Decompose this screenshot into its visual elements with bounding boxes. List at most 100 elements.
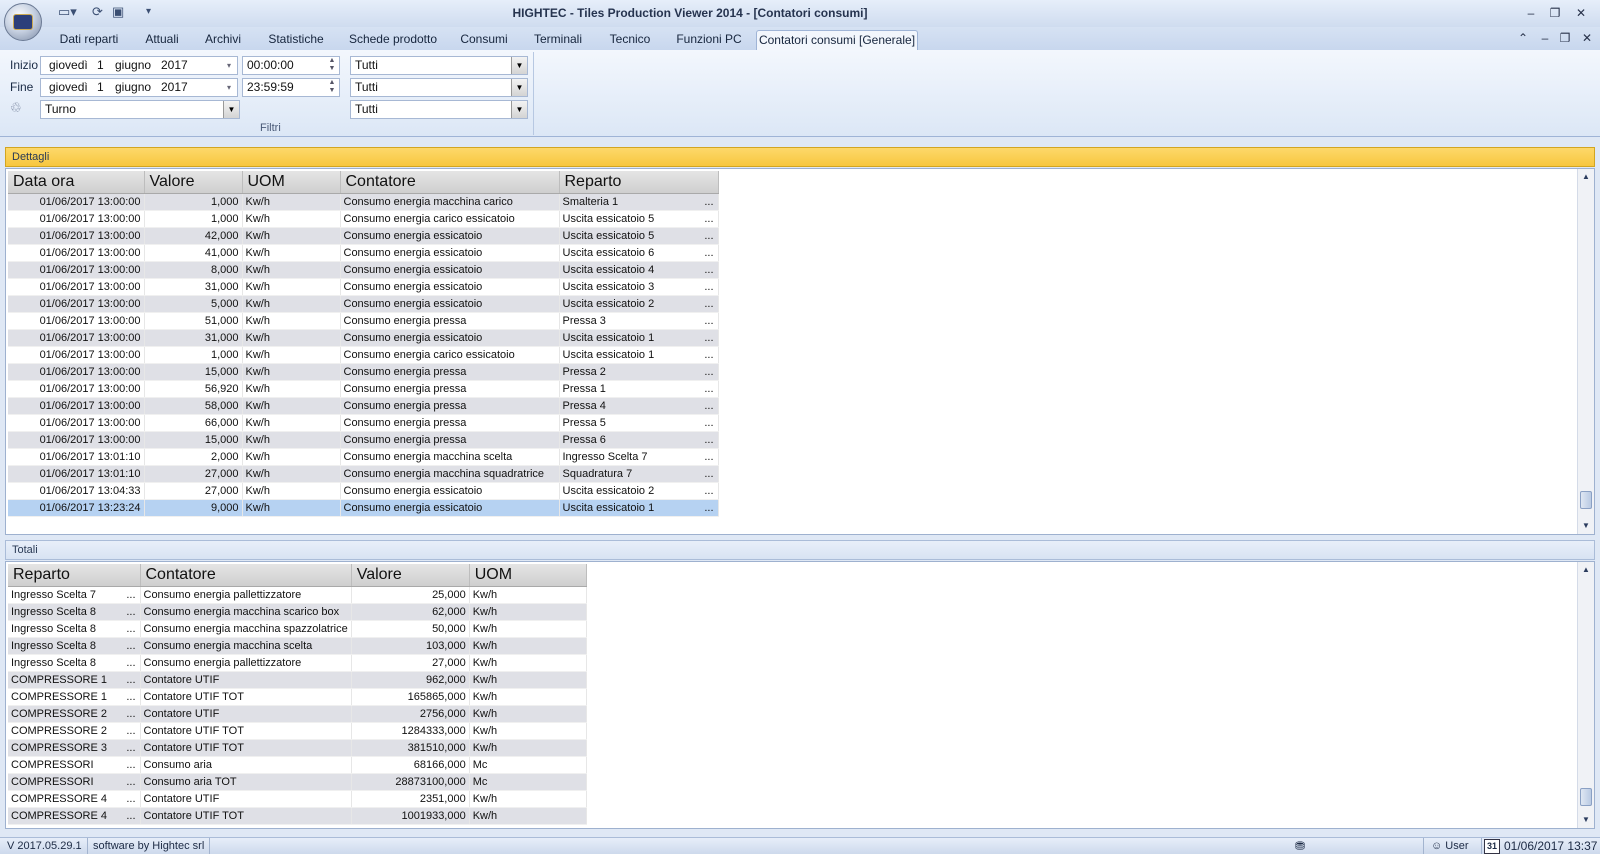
ellipsis-button[interactable]: ...: [704, 415, 713, 431]
scroll-up-icon[interactable]: ▲: [1578, 169, 1594, 185]
ellipsis-button[interactable]: ...: [126, 791, 135, 807]
table-row[interactable]: 01/06/2017 13:04:33 27,000 Kw/h Consumo ene…: [8, 482, 719, 500]
ellipsis-button[interactable]: ...: [126, 723, 135, 739]
start-time-input[interactable]: 00:00:00 ▲ ▼: [242, 56, 340, 75]
child-minimize-icon[interactable]: –: [1536, 30, 1554, 46]
chevron-down-icon[interactable]: ▼: [511, 57, 527, 74]
tab-terminali[interactable]: Terminali: [528, 30, 588, 50]
table-row[interactable]: 01/06/2017 13:00:00 51,000 Kw/h Consumo ene…: [8, 312, 719, 330]
tab-dati-reparti[interactable]: Dati reparti: [52, 30, 126, 50]
table-row[interactable]: COMPRESSORE 4... Contatore UTIF TOT 100193…: [8, 807, 587, 825]
ellipsis-button[interactable]: ...: [704, 279, 713, 295]
chevron-down-icon[interactable]: ▼: [511, 101, 527, 118]
table-row[interactable]: COMPRESSORE 3... Contatore UTIF TOT 381510…: [8, 739, 587, 757]
scroll-down-icon[interactable]: ▼: [1578, 518, 1594, 534]
chevron-down-icon[interactable]: ▾: [223, 57, 235, 74]
tab-schede-prodotto[interactable]: Schede prodotto: [344, 30, 442, 50]
tab-attuali[interactable]: Attuali: [138, 30, 186, 50]
ellipsis-button[interactable]: ...: [126, 740, 135, 756]
end-date-picker[interactable]: giovedì 1 giugno 2017 ▾: [40, 78, 238, 97]
end-time-input[interactable]: 23:59:59 ▲ ▼: [242, 78, 340, 97]
table-row[interactable]: 01/06/2017 13:00:00 41,000 Kw/h Consumo ene…: [8, 244, 719, 262]
column-header-reparto[interactable]: Reparto: [8, 564, 141, 587]
ellipsis-button[interactable]: ...: [704, 364, 713, 380]
table-row[interactable]: Ingresso Scelta 8... Consumo energia macc…: [8, 603, 587, 621]
column-header-contatore[interactable]: Contatore: [140, 564, 352, 587]
ellipsis-button[interactable]: ...: [704, 449, 713, 465]
tab-archivi[interactable]: Archivi: [198, 30, 248, 50]
ellipsis-button[interactable]: ...: [704, 245, 713, 261]
chevron-down-icon[interactable]: ▼: [511, 79, 527, 96]
close-icon[interactable]: ✕: [1572, 5, 1590, 21]
table-row[interactable]: 01/06/2017 13:01:10 2,000 Kw/h Consumo ener…: [8, 448, 719, 466]
column-header-reparto[interactable]: Reparto: [559, 171, 719, 194]
minimize-icon[interactable]: –: [1522, 5, 1540, 21]
scroll-thumb[interactable]: [1580, 788, 1592, 806]
column-header-uom[interactable]: UOM: [469, 564, 587, 587]
column-header-data-ora[interactable]: Data ora: [8, 171, 145, 194]
table-row[interactable]: 01/06/2017 13:00:00 8,000 Kw/h Consumo ener…: [8, 261, 719, 279]
tab-funzioni-pc[interactable]: Funzioni PC: [672, 30, 746, 50]
ellipsis-button[interactable]: ...: [704, 483, 713, 499]
table-row[interactable]: COMPRESSORE 2... Contatore UTIF TOT 128433…: [8, 722, 587, 740]
table-row[interactable]: Ingresso Scelta 8... Consumo energia macc…: [8, 620, 587, 638]
table-row[interactable]: Ingresso Scelta 8... Consumo energia macc…: [8, 637, 587, 655]
restore-icon[interactable]: ❐: [1546, 5, 1564, 21]
ellipsis-button[interactable]: ...: [704, 500, 713, 516]
tab-contatori-consumi[interactable]: Contatori consumi [Generale]: [756, 30, 918, 50]
table-row[interactable]: COMPRESSORI... Consumo aria TOT 28873100,0…: [8, 773, 587, 791]
table-row[interactable]: COMPRESSORE 1... Contatore UTIF TOT 165865…: [8, 688, 587, 706]
ellipsis-button[interactable]: ...: [704, 347, 713, 363]
ellipsis-button[interactable]: ...: [704, 262, 713, 278]
ellipsis-button[interactable]: ...: [704, 228, 713, 244]
ellipsis-button[interactable]: ...: [704, 381, 713, 397]
child-close-icon[interactable]: ✕: [1578, 30, 1596, 46]
table-row[interactable]: 01/06/2017 13:00:00 58,000 Kw/h Consumo ene…: [8, 397, 719, 415]
spin-icon[interactable]: ▲ ▼: [327, 79, 337, 96]
table-row[interactable]: 01/06/2017 13:00:00 1,000 Kw/h Consumo ener…: [8, 193, 719, 211]
ellipsis-button[interactable]: ...: [126, 621, 135, 637]
start-date-picker[interactable]: giovedì 1 giugno 2017 ▾: [40, 56, 238, 75]
chevron-down-icon[interactable]: ▼: [223, 101, 239, 118]
ellipsis-button[interactable]: ...: [704, 211, 713, 227]
column-header-valore[interactable]: Valore: [351, 564, 470, 587]
scroll-thumb[interactable]: [1580, 491, 1592, 509]
ellipsis-button[interactable]: ...: [704, 194, 713, 210]
app-menu-button[interactable]: [4, 3, 42, 41]
table-row[interactable]: 01/06/2017 13:00:00 42,000 Kw/h Consumo ene…: [8, 227, 719, 245]
ellipsis-button[interactable]: ...: [704, 398, 713, 414]
ellipsis-button[interactable]: ...: [126, 655, 135, 671]
table-row[interactable]: 01/06/2017 13:00:00 31,000 Kw/h Consumo ene…: [8, 278, 719, 296]
spin-icon[interactable]: ▲ ▼: [327, 57, 337, 74]
table-row[interactable]: 01/06/2017 13:00:00 15,000 Kw/h Consumo ene…: [8, 431, 719, 449]
table-row[interactable]: COMPRESSORI... Consumo aria 68166,000 Mc: [8, 756, 587, 774]
filter-select-2[interactable]: Tutti ▼: [350, 78, 528, 97]
table-row[interactable]: COMPRESSORE 1... Contatore UTIF 962,000 Kw/…: [8, 671, 587, 689]
ellipsis-button[interactable]: ...: [126, 587, 135, 603]
ellipsis-button[interactable]: ...: [126, 638, 135, 654]
child-restore-icon[interactable]: ❐: [1556, 30, 1574, 46]
ellipsis-button[interactable]: ...: [704, 330, 713, 346]
ellipsis-button[interactable]: ...: [126, 808, 135, 824]
filter-select-3[interactable]: Tutti ▼: [350, 100, 528, 119]
table-row[interactable]: Ingresso Scelta 7... Consumo energia pall…: [8, 586, 587, 604]
column-header-contatore[interactable]: Contatore: [340, 171, 560, 194]
table-row[interactable]: 01/06/2017 13:01:10 27,000 Kw/h Consumo ene…: [8, 465, 719, 483]
shift-select[interactable]: Turno ▼: [40, 100, 240, 119]
details-scrollbar[interactable]: ▲ ▼: [1577, 169, 1594, 534]
table-row[interactable]: 01/06/2017 13:00:00 5,000 Kw/h Consumo ener…: [8, 295, 719, 313]
table-row[interactable]: 01/06/2017 13:00:00 56,920 Kw/h Consumo ene…: [8, 380, 719, 398]
table-row[interactable]: 01/06/2017 13:00:00 15,000 Kw/h Consumo ene…: [8, 363, 719, 381]
totals-scrollbar[interactable]: ▲ ▼: [1577, 562, 1594, 828]
table-row[interactable]: 01/06/2017 13:23:24 9,000 Kw/h Consumo ener…: [8, 499, 719, 517]
ellipsis-button[interactable]: ...: [704, 313, 713, 329]
ellipsis-button[interactable]: ...: [126, 706, 135, 722]
table-row[interactable]: 01/06/2017 13:00:00 1,000 Kw/h Consumo ener…: [8, 210, 719, 228]
ellipsis-button[interactable]: ...: [126, 604, 135, 620]
filter-select-1[interactable]: Tutti ▼: [350, 56, 528, 75]
ellipsis-button[interactable]: ...: [126, 757, 135, 773]
table-row[interactable]: Ingresso Scelta 8... Consumo energia pall…: [8, 654, 587, 672]
table-row[interactable]: COMPRESSORE 2... Contatore UTIF 2756,000 Kw…: [8, 705, 587, 723]
table-row[interactable]: 01/06/2017 13:00:00 1,000 Kw/h Consumo ener…: [8, 346, 719, 364]
ellipsis-button[interactable]: ...: [704, 296, 713, 312]
